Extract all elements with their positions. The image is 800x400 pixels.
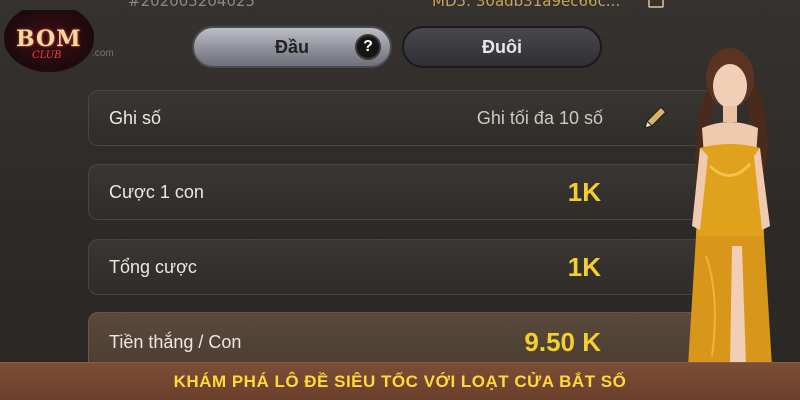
help-icon[interactable]: ? <box>355 34 381 60</box>
total-bet-label: Tổng cược <box>109 256 197 277</box>
tab-duoi-label: Đuôi <box>482 36 522 57</box>
copy-icon[interactable] <box>648 0 664 8</box>
bet-panel: #202005204025 MD5: 30adb31a9ec66c... BOM… <box>0 0 800 362</box>
tab-dau-label: Đầu <box>274 36 309 57</box>
number-entry-row[interactable]: Ghi số Ghi tối đa 10 số <box>88 90 728 146</box>
win-per-number-label: Tiền thắng / Con <box>109 331 242 352</box>
logo-domain: .com <box>92 48 114 59</box>
promo-banner-text: KHÁM PHÁ LÔ ĐỀ SIÊU TỐC VỚI LOẠT CỬA BẮT… <box>173 371 627 391</box>
bet-per-number-label: Cược 1 con <box>109 181 204 202</box>
number-entry-label: Ghi số <box>109 107 162 128</box>
help-icon-symbol: ? <box>363 38 373 55</box>
md5-code-text: MD5: 30adb31a9ec66c... <box>432 0 621 10</box>
bet-per-number-value: 1K <box>567 176 601 207</box>
win-per-number-value: 9.50 K <box>524 326 601 357</box>
promo-banner: KHÁM PHÁ LÔ ĐỀ SIÊU TỐC VỚI LOẠT CỬA BẮT… <box>0 362 800 400</box>
total-bet-row: Tổng cược 1K <box>88 239 728 295</box>
number-entry-hint: Ghi tối đa 10 số <box>476 107 603 128</box>
model-illustration <box>688 48 772 362</box>
logo-subtitle: CLUB <box>32 50 62 61</box>
tab-duoi[interactable]: Đuôi <box>402 26 602 68</box>
brand-logo: BOM CLUB .com <box>4 10 114 72</box>
total-bet-value: 1K <box>567 251 601 282</box>
ticket-id-text: #202005204025 <box>128 0 256 10</box>
bet-per-number-row[interactable]: Cược 1 con 1K <box>88 164 728 220</box>
win-per-number-row: Tiền thắng / Con 9.50 K <box>88 312 728 362</box>
logo-title: BOM <box>16 26 82 52</box>
